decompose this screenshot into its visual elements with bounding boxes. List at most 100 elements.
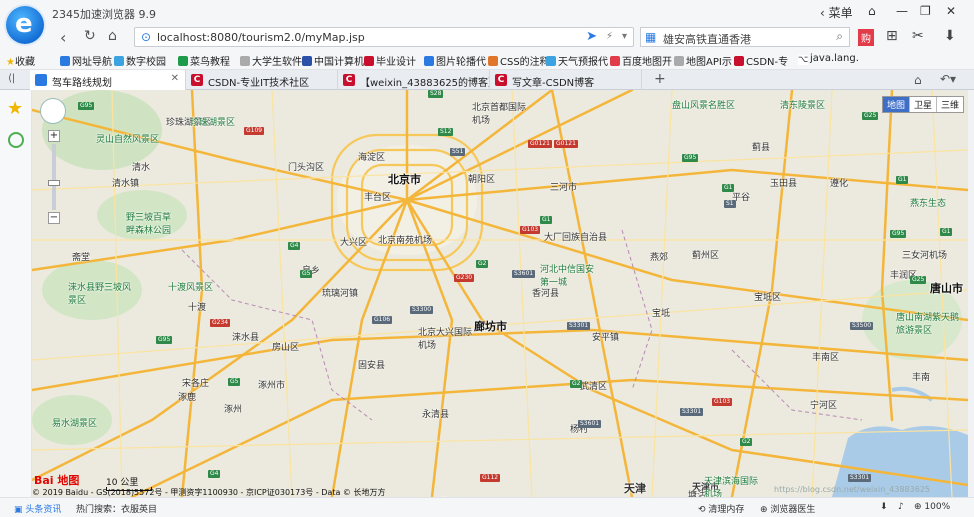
news-link[interactable]: ▣ 头条资讯 xyxy=(14,502,61,515)
hot-search[interactable]: 热门搜索：衣服英目 xyxy=(76,502,157,515)
zoom-level[interactable]: ⊕ 100% xyxy=(914,502,950,512)
map-copyright: © 2019 Baidu - GS(2018)5572号 - 甲测资字11009… xyxy=(32,488,386,497)
bookmark-item[interactable]: 中国计算机 xyxy=(302,53,364,68)
restore-icon[interactable]: ❐ xyxy=(920,4,931,18)
csdn-favicon-icon: C xyxy=(343,74,355,86)
tab-bar: ⟨| 驾车路线规划 ✕ C CSDN-专业IT技术社区 C 【weixin_43883… xyxy=(0,70,974,90)
place-label: 海淀区 xyxy=(358,153,386,163)
tab-route-plan[interactable]: 驾车路线规划 ✕ xyxy=(30,70,186,90)
undo-icon[interactable]: ↶▾ xyxy=(940,72,956,86)
favorites-star-icon[interactable]: ★ xyxy=(7,98,23,119)
zoom-slider-track[interactable] xyxy=(52,144,56,210)
place-label: 涿州市 xyxy=(258,381,286,391)
poi-label: 野三坡百草畔森林公园 xyxy=(126,213,172,236)
bookmark-item[interactable]: 网址导航 xyxy=(60,53,112,68)
poi-label: 清东陵景区 xyxy=(780,101,826,111)
close-tab-icon[interactable]: ✕ xyxy=(171,73,179,84)
place-label: 涿州 xyxy=(224,405,243,415)
browser-logo: e xyxy=(6,6,44,44)
road-shield: G1 xyxy=(940,228,953,236)
shopping-icon[interactable]: 购 xyxy=(858,29,874,46)
bookmark-item[interactable]: 菜鸟教程 xyxy=(178,53,230,68)
star-icon: ★ xyxy=(6,57,15,68)
volume-icon[interactable]: ♪ xyxy=(898,502,904,512)
minimize-icon[interactable]: — xyxy=(896,4,908,18)
navigation-bar: ‹ ↻ ⌂ ⊙ localhost:8080/tourism2.0/myMap.… xyxy=(0,24,974,50)
baidu-logo: Bai 地图 xyxy=(34,474,80,487)
baidu-map[interactable]: 北京市 廊坊市 唐山市 海淀区 丰台区 朝阳区 大兴区 门头沟区 房山区 涿州市… xyxy=(32,90,968,497)
bookmark-item[interactable]: CSS的注释 xyxy=(488,53,550,68)
search-suggestion: 雄安高铁直通香港 xyxy=(663,33,751,46)
poi-label: 十渡风景区 xyxy=(168,283,214,293)
place-label: 安平镇 xyxy=(592,333,620,343)
road-shield: G95 xyxy=(682,154,699,162)
map-type-satellite[interactable]: 卫星 xyxy=(910,97,937,112)
bookmark-item[interactable]: 天气预报代 xyxy=(546,53,608,68)
road-shield: G109 xyxy=(244,127,265,135)
road-shield: S3301 xyxy=(848,474,872,482)
page-scrollbar[interactable] xyxy=(968,90,974,497)
tab-csdn[interactable]: C CSDN-专业IT技术社区 xyxy=(186,70,338,90)
restore-tabs-icon[interactable]: ⌂ xyxy=(914,73,922,87)
menu-button[interactable]: ‹ 菜单 xyxy=(820,4,853,21)
road-network xyxy=(32,90,968,497)
bookmark-item[interactable]: CSDN-专 xyxy=(734,53,788,68)
clear-memory-button[interactable]: ⟲ 清理内存 xyxy=(698,502,744,515)
bookmark-item[interactable]: 图片轮播代 xyxy=(424,53,486,68)
home-icon[interactable]: ⌂ xyxy=(108,28,117,44)
menu-chevron-icon: ‹ xyxy=(820,6,829,20)
bookmark-item[interactable]: 百度地图开 xyxy=(610,53,672,68)
bookmark-item[interactable]: 毕业设计 xyxy=(364,53,416,68)
bookmarks-bar: ★收藏 网址导航 数字校园 菜鸟教程 大学生软件 中国计算机 毕业设计 图片轮播… xyxy=(0,50,974,70)
bookmark-item[interactable]: 大学生软件 xyxy=(240,53,302,68)
pan-control-icon[interactable] xyxy=(40,98,66,124)
search-icon[interactable]: ⌕ xyxy=(836,29,843,44)
sidebar-toggle-icon[interactable]: ⟨| xyxy=(8,73,15,84)
bookmark-item[interactable]: 数字校园 xyxy=(114,53,166,68)
lightning-icon[interactable]: ⚡ xyxy=(606,31,613,42)
search-box[interactable]: ▦ 雄安高铁直通香港 ⌕ xyxy=(640,27,850,47)
zoom-slider-handle[interactable] xyxy=(48,180,60,186)
airport-label: 天津滨海国际机场 xyxy=(704,477,759,497)
place-label: 宝坻区 xyxy=(754,293,782,303)
chevron-down-icon[interactable]: ▾ xyxy=(622,31,627,42)
scissors-icon[interactable]: ✂ xyxy=(912,28,924,44)
bookmark-item[interactable]: ⌥ java.lang. xyxy=(798,53,859,65)
refresh-icon[interactable]: ↻ xyxy=(84,28,96,44)
browser-window: 2345加速浏览器 9.9 ‹ 菜单 ⌂ — ❐ ✕ e ‹ ↻ ⌂ ⊙ loc… xyxy=(0,0,974,517)
close-window-icon[interactable]: ✕ xyxy=(946,4,956,18)
tab-write-article[interactable]: C 写文章-CSDN博客 xyxy=(490,70,642,90)
new-tab-icon[interactable]: + xyxy=(654,71,666,87)
road-shield: G25 xyxy=(862,112,879,120)
map-type-map[interactable]: 地图 xyxy=(882,97,910,112)
place-label: 三河市 xyxy=(550,183,578,193)
place-label: 琉璃河镇 xyxy=(322,289,359,299)
bookmark-item[interactable]: 地图API示 xyxy=(674,53,732,68)
zoom-in-button[interactable]: + xyxy=(48,130,60,142)
send-icon[interactable]: ➤ xyxy=(586,29,597,44)
map-type-3d[interactable]: 三维 xyxy=(937,97,963,112)
place-label: 蓟县 xyxy=(752,143,771,153)
download-status-icon[interactable]: ⬇ xyxy=(880,502,888,512)
download-icon[interactable]: ⬇ xyxy=(944,28,956,44)
zoom-out-button[interactable]: − xyxy=(48,212,60,224)
road-shield: G112 xyxy=(480,474,501,482)
history-clock-icon[interactable] xyxy=(8,132,24,148)
apps-grid-icon[interactable]: ⊞ xyxy=(886,28,898,44)
bookmark-favorites[interactable]: ★收藏 xyxy=(6,53,35,68)
road-shield: G0121 xyxy=(554,140,578,148)
place-label: 朝阳区 xyxy=(468,175,496,185)
skin-icon[interactable]: ⌂ xyxy=(868,4,876,18)
road-shield: G103 xyxy=(520,226,541,234)
road-shield: S12 xyxy=(438,128,454,136)
doctor-icon: ⊕ xyxy=(760,505,771,515)
tab-weixin-blog[interactable]: C 【weixin_43883625的博客】 xyxy=(338,70,490,90)
address-bar[interactable]: ⊙ localhost:8080/tourism2.0/myMap.jsp ➤ … xyxy=(134,27,634,47)
browser-doctor-button[interactable]: ⊕ 浏览器医生 xyxy=(760,502,815,515)
back-icon[interactable]: ‹ xyxy=(60,28,66,47)
place-label: 清水 xyxy=(132,163,151,173)
place-label: 遵化 xyxy=(830,179,849,189)
road-shield: S3301 xyxy=(567,322,591,330)
place-label: 玉田县 xyxy=(770,179,798,189)
road-shield: G95 xyxy=(890,230,907,238)
